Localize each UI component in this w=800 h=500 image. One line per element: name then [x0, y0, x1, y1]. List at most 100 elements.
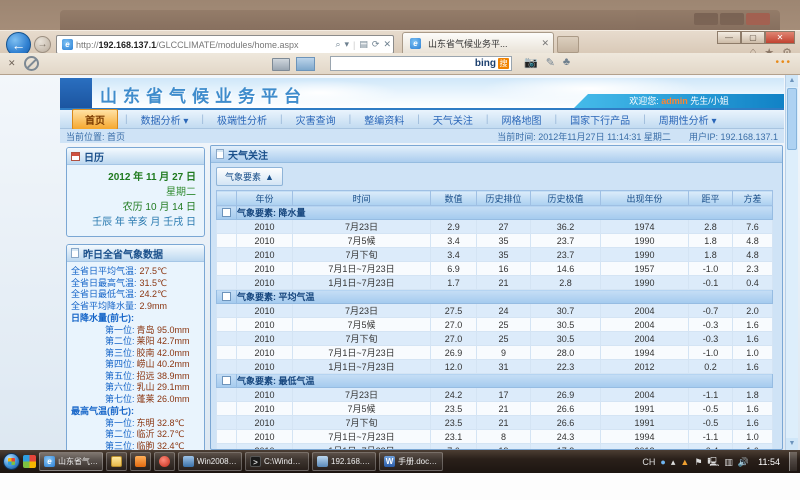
taskbar-button-win[interactable]: Win2008 (VS2...	[178, 452, 242, 471]
card-icon[interactable]	[272, 58, 290, 71]
table-cell: 3.4	[431, 234, 477, 248]
taskbar-clock[interactable]: 11:54	[754, 457, 784, 467]
scrollbar-thumb[interactable]	[787, 88, 797, 150]
show-desktop-button[interactable]	[789, 452, 797, 471]
menu-item-整编资料[interactable]: 整编资料	[352, 110, 416, 129]
taskbar-button-folder[interactable]	[106, 452, 127, 471]
pinned-app-icon[interactable]	[23, 455, 36, 468]
table-row[interactable]: 20107月23日27.52430.72004-0.72.0	[217, 304, 773, 318]
security-alert-icon[interactable]: ▲	[680, 457, 689, 467]
search-engine-icon[interactable]: 搜	[498, 58, 509, 69]
language-indicator[interactable]: CH	[642, 457, 655, 467]
more-options-icon[interactable]: •••	[775, 57, 792, 68]
group-checkbox-cell[interactable]	[217, 374, 237, 388]
scroll-down-icon[interactable]: ▼	[786, 438, 798, 450]
table-row[interactable]: 20107月下旬27.02530.52004-0.31.6	[217, 332, 773, 346]
table-cell: 2010	[237, 220, 293, 234]
header-cell[interactable]: 方差	[733, 191, 773, 206]
menu-item-国家下行产品[interactable]: 国家下行产品	[558, 110, 642, 129]
win-icon	[183, 456, 194, 467]
header-cell[interactable]: 时间	[293, 191, 431, 206]
start-button[interactable]	[3, 453, 20, 470]
url-text[interactable]: http://192.168.137.1/GLCCLIMATE/modules/…	[76, 40, 335, 50]
group-row[interactable]: 气象要素: 最低气温	[217, 374, 773, 388]
close-button[interactable]: ✕	[765, 31, 795, 44]
menu-item-首页[interactable]: 首页	[72, 109, 118, 130]
menu-item-周期性分析[interactable]: 周期性分析 ▾	[647, 110, 729, 129]
forward-button[interactable]: →	[34, 36, 51, 53]
table-row[interactable]: 20107月5候23.52126.61991-0.51.6	[217, 402, 773, 416]
table-row[interactable]: 20101月1日~7月23日1.7212.81990-0.10.4	[217, 276, 773, 290]
table-row[interactable]: 20107月下旬3.43523.719901.84.8	[217, 248, 773, 262]
toolbar-close-icon[interactable]: ✕	[8, 58, 16, 69]
minimize-button[interactable]: —	[717, 31, 741, 44]
menu-item-灾害查询[interactable]: 灾害查询	[284, 110, 348, 129]
maximize-button[interactable]: ▢	[741, 31, 765, 44]
tab-close-icon[interactable]: ✕	[541, 38, 549, 49]
rank-item: 第五位:招远 38.9mm	[71, 371, 202, 383]
checkbox-icon[interactable]	[222, 208, 231, 217]
table-row[interactable]: 20107月5候3.43523.719901.84.8	[217, 234, 773, 248]
table-row[interactable]: 20107月1日~7月23日26.9928.01994-1.01.0	[217, 346, 773, 360]
taskbar-button-cmd[interactable]: >C:\Windows\sy...	[245, 452, 309, 471]
network-status-icon[interactable]: ●	[660, 457, 665, 467]
group-row[interactable]: 气象要素: 平均气温	[217, 290, 773, 304]
element-filter-button[interactable]: 气象要素 ▲	[216, 167, 283, 186]
share-icon[interactable]: ♣	[563, 56, 570, 69]
header-cell[interactable]: 出现年份	[601, 191, 689, 206]
stop-icon[interactable]: ✕	[383, 39, 391, 50]
table-row[interactable]: 20107月5候27.02530.52004-0.31.6	[217, 318, 773, 332]
menu-item-网格地图[interactable]: 网格地图	[489, 110, 553, 129]
volume-icon[interactable]: 🔊	[738, 457, 749, 467]
pen-icon[interactable]: ✎	[546, 56, 555, 69]
stat-line: 全省日平均气温:27.5℃	[71, 266, 202, 278]
group-checkbox-cell[interactable]	[217, 290, 237, 304]
table-row[interactable]: 20107月下旬23.52126.61991-0.51.6	[217, 416, 773, 430]
checkbox-icon[interactable]	[222, 376, 231, 385]
table-row[interactable]: 20101月1日~7月23日12.03122.320120.21.6	[217, 360, 773, 374]
welcome-banner: 欢迎您: admin 先生/小姐	[574, 94, 784, 108]
table-cell: -0.3	[689, 332, 733, 346]
table-row[interactable]: 20107月23日24.21726.92004-1.11.8	[217, 388, 773, 402]
table-row[interactable]: 20107月23日2.92736.219742.87.6	[217, 220, 773, 234]
row-spacer-cell	[217, 332, 237, 346]
dropdown-caret-icon[interactable]: ▾	[345, 39, 350, 50]
mail-icon[interactable]	[296, 57, 315, 71]
search-icon[interactable]: ⌕	[335, 39, 340, 50]
browser-tab[interactable]: e 山东省气候业务平... ✕	[402, 32, 554, 53]
menu-item-极端性分析[interactable]: 极端性分析	[205, 110, 279, 129]
taskbar-button-orange[interactable]	[130, 452, 151, 471]
group-row[interactable]: 气象要素: 降水量	[217, 206, 773, 220]
taskbar-button-remote[interactable]: 192.168.59.99...	[312, 452, 376, 471]
username: admin	[661, 96, 688, 106]
page-scrollbar[interactable]: ▲ ▼	[785, 75, 798, 450]
group-checkbox-cell[interactable]	[217, 206, 237, 220]
header-cell[interactable]: 历史极值	[531, 191, 601, 206]
network-icon[interactable]: ▥	[724, 457, 733, 467]
header-cell[interactable]: 年份	[237, 191, 293, 206]
address-bar[interactable]: e http://192.168.137.1/GLCCLIMATE/module…	[56, 35, 394, 54]
table-row[interactable]: 20107月1日~7月23日23.1824.31994-1.11.0	[217, 430, 773, 444]
checkbox-icon[interactable]	[222, 292, 231, 301]
rank-value: 东明 32.8℃	[137, 418, 185, 428]
menu-item-天气关注[interactable]: 天气关注	[421, 110, 485, 129]
taskbar-button-ie[interactable]: e山东省气候业...	[39, 452, 103, 471]
toolbar-search-box[interactable]: bing 搜	[330, 56, 512, 71]
refresh-icon[interactable]: ⟳	[372, 39, 380, 50]
scroll-up-icon[interactable]: ▲	[786, 75, 798, 87]
taskbar-button-red[interactable]	[154, 452, 175, 471]
display-icon[interactable]: 🖳	[707, 457, 719, 467]
new-tab-button[interactable]	[557, 36, 579, 53]
tray-expand-icon[interactable]: ▴	[671, 457, 676, 467]
header-cell[interactable]: 历史排位	[477, 191, 531, 206]
header-cell[interactable]: 数值	[431, 191, 477, 206]
table-cell: -0.3	[689, 318, 733, 332]
table-row[interactable]: 20107月1日~7月23日6.91614.61957-1.02.3	[217, 262, 773, 276]
action-center-flag-icon[interactable]: ⚑	[694, 457, 702, 467]
compatibility-icon[interactable]: ▤	[359, 39, 368, 50]
taskbar-button-word[interactable]: W手册.docx ...	[379, 452, 443, 471]
camera-icon[interactable]: 📷	[524, 56, 538, 69]
calendar-lunar-date: 农历 10 月 14 日	[71, 200, 196, 215]
menu-item-数据分析[interactable]: 数据分析 ▾	[129, 110, 201, 129]
header-cell[interactable]: 距平	[689, 191, 733, 206]
